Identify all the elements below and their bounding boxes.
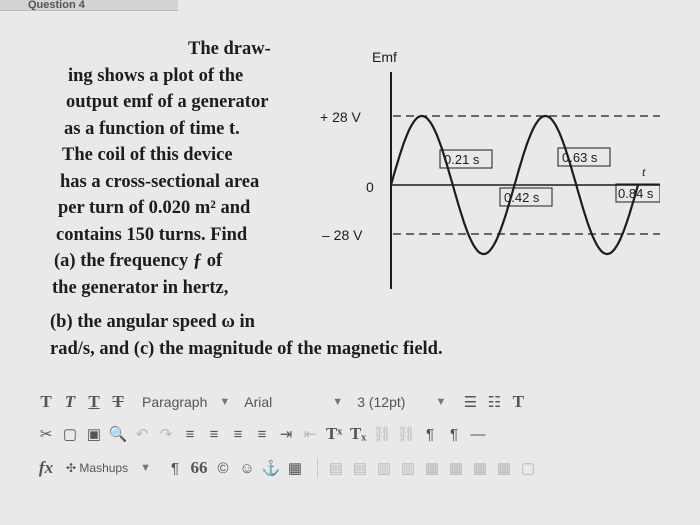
- mashups-label: Mashups: [79, 461, 129, 475]
- horizontal-rule-icon[interactable]: —: [468, 422, 488, 446]
- indent-icon[interactable]: ⇥: [276, 422, 296, 446]
- ltr-icon[interactable]: ¶: [420, 422, 440, 446]
- paragraph-dropdown[interactable]: Paragraph ▼: [142, 390, 230, 414]
- divider: [317, 458, 318, 478]
- redo-icon[interactable]: ↷: [156, 422, 176, 446]
- anchor-icon[interactable]: ⚓: [261, 456, 281, 480]
- problem-line: has a cross-sectional area: [60, 171, 260, 192]
- editor-toolbar: T T T T Paragraph ▼ Arial ▼ 3 (12pt) ▼ ☰ ☷ …: [36, 388, 700, 498]
- chevron-down-icon: ▼: [219, 396, 231, 408]
- find-icon[interactable]: 🔍: [108, 422, 128, 446]
- subscript-button[interactable]: Tₓ: [348, 422, 368, 446]
- font-label: Arial: [244, 394, 273, 410]
- mashups-icon: ✣: [66, 461, 77, 475]
- ytick-zero: 0: [366, 179, 374, 195]
- chevron-down-icon: ▼: [435, 396, 447, 408]
- problem-line: (a) the frequency ƒ of: [54, 251, 223, 271]
- problem-line: output emf of a generator: [66, 92, 269, 112]
- ytick-top: + 28 V: [320, 109, 362, 125]
- paragraph-mark-icon[interactable]: ¶: [165, 456, 185, 480]
- table-split-icon[interactable]: ▦: [446, 456, 466, 480]
- link-icon[interactable]: ⛓: [372, 422, 392, 446]
- table-insert-row-icon[interactable]: ▤: [326, 456, 346, 480]
- formula-button[interactable]: fx: [36, 456, 56, 480]
- emoji-icon[interactable]: ☺: [237, 456, 257, 480]
- problem-line: contains 150 turns. Find: [56, 224, 248, 245]
- table-insert-col-icon[interactable]: ▥: [374, 456, 394, 480]
- strikethrough-button[interactable]: T: [108, 390, 128, 414]
- bullet-list-icon[interactable]: ☰: [460, 390, 480, 414]
- x-axis-label: t: [642, 164, 646, 179]
- bold-button[interactable]: T: [36, 390, 56, 414]
- toolbar-row-3: fx ✣ Mashups ▼ ¶ 66 © ☺ ⚓ ▦ ▤ ▤ ▥ ▥ ▦ ▦ ▦…: [36, 454, 542, 482]
- problem-line: The draw-: [188, 39, 271, 59]
- font-size-dropdown[interactable]: 3 (12pt) ▼: [357, 390, 446, 414]
- tick-label-0-42: 0.42 s: [499, 187, 553, 207]
- problem-text: The draw- ing shows a plot of the output…: [50, 36, 320, 301]
- chevron-down-icon: ▼: [140, 462, 151, 474]
- problem-line: the generator in hertz,: [52, 277, 229, 298]
- rtl-icon[interactable]: ¶: [444, 422, 464, 446]
- align-right-icon[interactable]: ≡: [228, 422, 248, 446]
- font-size-label: 3 (12pt): [357, 394, 406, 410]
- problem-text-continued: (b) the angular speed ω in rad/s, and (c…: [50, 309, 660, 362]
- problem-line: rad/s, and (c) the magnitude of the magn…: [50, 338, 443, 359]
- table-cell-icon[interactable]: ▦: [494, 456, 514, 480]
- tick-text: 0.21 s: [444, 152, 480, 167]
- cut-icon[interactable]: ✂: [36, 422, 56, 446]
- emf-plot: Emf t + 28 V 0 – 28 V 0.21 s 0.42 s 0.63…: [320, 49, 660, 289]
- ytick-bottom: – 28 V: [322, 227, 363, 243]
- toolbar-row-2: ✂ ▢ ▣ 🔍 ↶ ↷ ≡ ≡ ≡ ≡ ⇥ ⇤ Tˣ Tₓ ⛓ ⛓ ¶ ¶ —: [36, 420, 492, 448]
- underline-button[interactable]: T: [84, 390, 104, 414]
- blockquote-button[interactable]: 66: [189, 456, 209, 480]
- problem-area: The draw- ing shows a plot of the output…: [40, 36, 660, 366]
- table-icon[interactable]: ▦: [285, 456, 305, 480]
- chevron-down-icon: ▼: [332, 396, 344, 408]
- table-merge-icon[interactable]: ▦: [422, 456, 442, 480]
- italic-button[interactable]: T: [60, 390, 80, 414]
- table-delete-row-icon[interactable]: ▤: [350, 456, 370, 480]
- mashups-dropdown[interactable]: ✣ Mashups ▼: [66, 456, 151, 480]
- problem-line: ing shows a plot of the: [68, 65, 244, 86]
- table-delete-col-icon[interactable]: ▥: [398, 456, 418, 480]
- question-tab: Question 4: [0, 0, 178, 11]
- font-dropdown[interactable]: Arial ▼: [244, 390, 343, 414]
- y-axis-label: Emf: [372, 49, 397, 65]
- table-props-icon[interactable]: ▦: [470, 456, 490, 480]
- problem-line: (b) the angular speed ω in: [50, 312, 255, 332]
- table-delete-icon[interactable]: ▢: [518, 456, 538, 480]
- toolbar-row-1: T T T T Paragraph ▼ Arial ▼ 3 (12pt) ▼ ☰ ☷ …: [36, 388, 532, 416]
- paste-icon[interactable]: ▣: [84, 422, 104, 446]
- outdent-icon[interactable]: ⇤: [300, 422, 320, 446]
- problem-line: as a function of time t.: [64, 118, 240, 139]
- paragraph-label: Paragraph: [142, 394, 208, 410]
- problem-line: The coil of this device: [62, 145, 233, 165]
- copyright-icon[interactable]: ©: [213, 456, 233, 480]
- align-center-icon[interactable]: ≡: [204, 422, 224, 446]
- align-justify-icon[interactable]: ≡: [252, 422, 272, 446]
- unlink-icon[interactable]: ⛓: [396, 422, 416, 446]
- problem-line: per turn of 0.020 m² and: [58, 198, 251, 218]
- align-left-icon[interactable]: ≡: [180, 422, 200, 446]
- numbered-list-icon[interactable]: ☷: [484, 390, 504, 414]
- undo-icon[interactable]: ↶: [132, 422, 152, 446]
- copy-icon[interactable]: ▢: [60, 422, 80, 446]
- text-color-button[interactable]: T: [508, 390, 528, 414]
- superscript-button[interactable]: Tˣ: [324, 422, 344, 446]
